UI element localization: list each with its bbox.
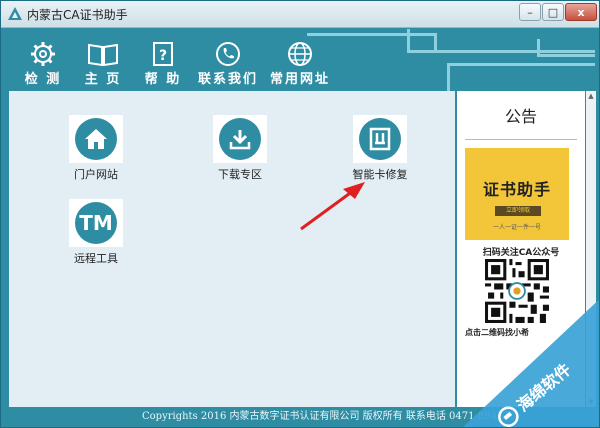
app-window: 内蒙古CA证书助手 – □ x 检 测 主 页 ? 帮 助 联系我们 常用网址 … [0,0,600,428]
promo-banner[interactable]: 证书助手 立即领取 一人一证一件一号 [465,148,569,240]
banner-subtitle: 一人一证一件一号 [492,224,541,231]
banner-title: 证书助手 [482,180,551,199]
notice-title: 公告 [504,107,537,126]
scan-instruction: 扫码关注CA公众号 [482,248,560,258]
scroll-up-arrow-icon[interactable]: ▲ [586,91,596,101]
watermark-corner: 海绵软件 [463,299,599,427]
notice-divider [465,139,577,140]
banner-tag: 立即领取 [495,206,541,216]
